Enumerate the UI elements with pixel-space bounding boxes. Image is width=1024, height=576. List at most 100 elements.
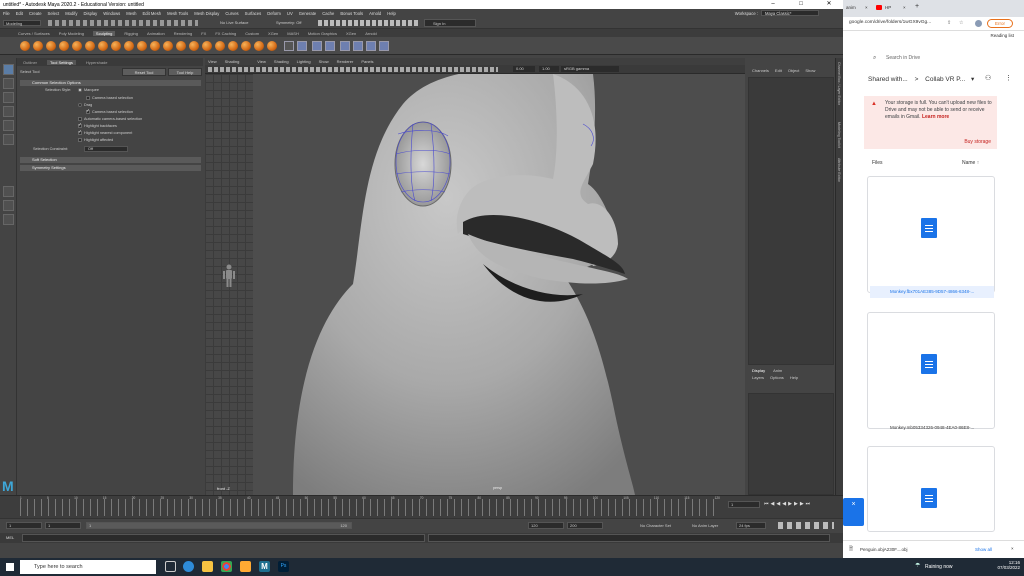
mask-tool-icon[interactable] (254, 41, 264, 51)
fps-dropdown[interactable]: 24 fps (736, 522, 766, 529)
pinch-tool-icon[interactable] (72, 41, 82, 51)
gamma-field[interactable]: 1.00 (539, 66, 559, 72)
move-tool-icon[interactable] (3, 106, 14, 117)
learn-more-link[interactable]: Learn more (922, 114, 949, 120)
shelf-tab-poly[interactable]: Poly Modeling (59, 31, 84, 36)
menu-create[interactable]: Create (29, 11, 42, 16)
live-surface-label[interactable]: No Live Surface (220, 20, 248, 25)
file-name[interactable]: Monkey.mb05334326-0948-4EA0-86E8-... (870, 422, 994, 434)
shelf-tab-mash[interactable]: MASH (287, 31, 299, 36)
layer-options-menu[interactable]: Options (770, 375, 784, 380)
grab-tool-icon[interactable] (59, 41, 69, 51)
highlight-affected-checkbox[interactable] (78, 138, 82, 142)
channels-menu[interactable]: Channels (752, 68, 769, 73)
breadcrumb-shared[interactable]: Shared with... (868, 76, 908, 83)
shelf-tab-rigging[interactable]: Rigging (124, 31, 138, 36)
profile-error-button[interactable]: Error (987, 19, 1013, 28)
close-icon[interactable]: × (903, 5, 906, 10)
shelf-tab-motion-graphics[interactable]: Motion Graphics (308, 31, 337, 36)
lasso-tool-icon[interactable] (3, 78, 14, 89)
tab-display-layers[interactable]: Display (752, 368, 765, 373)
side-tab-channel-box[interactable]: Channel Box / Layer Editor (837, 62, 841, 105)
menu-generate[interactable]: Generate (299, 11, 316, 16)
menu-edit-mesh[interactable]: Edit Mesh (143, 11, 162, 16)
taskbar-search-input[interactable]: Type here to search (20, 560, 156, 574)
viewport-icons-group[interactable] (208, 67, 498, 72)
bulge-tool-icon[interactable] (215, 41, 225, 51)
new-tab-button[interactable]: + (915, 3, 919, 10)
knife-tool-icon[interactable] (189, 41, 199, 51)
anim-layer-label[interactable]: No Anim Layer (692, 523, 718, 528)
wax-tool-icon[interactable] (150, 41, 160, 51)
color-space-dropdown[interactable]: sRGB gamma (561, 66, 619, 72)
buy-storage-button[interactable]: Buy storage (964, 139, 991, 145)
repeat-tool-icon[interactable] (124, 41, 134, 51)
reading-list-button[interactable]: Reading list (990, 33, 1014, 38)
fill-tool-icon[interactable] (176, 41, 186, 51)
menu-surfaces[interactable]: Surfaces (245, 11, 262, 16)
photoshop-icon[interactable]: Ps (278, 561, 289, 572)
step-forward-key-icon[interactable]: ▶ (800, 501, 804, 507)
blender-icon[interactable] (240, 561, 251, 572)
blend-target-icon[interactable] (325, 41, 335, 51)
shelf-tab-xgen[interactable]: XGen (268, 31, 278, 36)
render-icons-group[interactable] (318, 20, 418, 26)
file-card[interactable] (867, 446, 995, 532)
front-shading-menu[interactable]: Shading (225, 59, 240, 64)
menu-mesh-tools[interactable]: Mesh Tools (167, 11, 188, 16)
step-back-key-icon[interactable]: ◀ (771, 501, 775, 507)
maximize-button[interactable]: □ (787, 0, 815, 9)
smooth-tool-icon[interactable] (33, 41, 43, 51)
menu-mesh-display[interactable]: Mesh Display (194, 11, 219, 16)
menu-cache[interactable]: Cache (322, 11, 334, 16)
go-to-start-icon[interactable]: ⏮ (764, 501, 769, 507)
menu-bonus-tools[interactable]: Bonus Tools (340, 11, 363, 16)
close-icon[interactable]: × (865, 5, 868, 10)
menu-display[interactable]: Display (84, 11, 98, 16)
foamy-tool-icon[interactable] (98, 41, 108, 51)
persp-show-menu[interactable]: Show (319, 59, 329, 64)
tab-hypershade[interactable]: Hypershade (86, 60, 108, 65)
animation-end-field[interactable]: 200 (567, 522, 603, 529)
auto-camera-checkbox[interactable] (78, 117, 82, 121)
shelf-tab-fx[interactable]: FX (201, 31, 206, 36)
gear-icon[interactable] (284, 41, 294, 51)
persp-lighting-menu[interactable]: Lighting (297, 59, 311, 64)
single-pane-layout-icon[interactable] (3, 186, 14, 197)
browser-tab-hp[interactable]: HP (885, 5, 891, 10)
shelf-tab-xgen-2[interactable]: XGen (346, 31, 356, 36)
camera-based-2-checkbox[interactable] (86, 108, 90, 114)
scale-tool-icon[interactable] (3, 134, 14, 145)
file-name[interactable]: Monkey.fbx701AE385-9D57-4866-6348-... (870, 286, 994, 298)
sculpt-tool-icon[interactable] (20, 41, 30, 51)
persp-view-pane[interactable]: persp (253, 74, 745, 495)
convert-freeze-icon[interactable] (297, 41, 307, 51)
edge-icon[interactable] (183, 561, 194, 572)
minimize-button[interactable]: – (759, 0, 787, 9)
menu-mesh[interactable]: Mesh (126, 11, 136, 16)
menu-deform[interactable]: Deform (267, 11, 281, 16)
close-button[interactable]: ✕ (815, 0, 843, 9)
breadcrumb-folder[interactable]: Collab VR P... (925, 76, 965, 83)
play-forward-icon[interactable]: ▶ (788, 501, 792, 507)
spray-tool-icon[interactable] (111, 41, 121, 51)
persp-renderer-menu[interactable]: Renderer (337, 59, 354, 64)
playback-start-field[interactable]: 1 (45, 522, 81, 529)
file-card[interactable]: Monkey.mb05334326-0948-4EA0-86E8-... (867, 312, 995, 430)
highlight-nearest-checkbox[interactable] (78, 129, 82, 135)
imprint-tool-icon[interactable] (137, 41, 147, 51)
address-bar[interactable]: google.com/drive/folders/1wGX9vGg... ⇪ ☆… (843, 17, 1024, 31)
exposure-field[interactable]: 0.00 (513, 66, 535, 72)
start-icon[interactable] (6, 563, 14, 571)
current-frame-field[interactable]: 1 (728, 501, 760, 508)
shelf-tab-sculpting[interactable]: Sculpting (92, 30, 116, 36)
poly-cube-icon[interactable] (340, 41, 350, 51)
two-pane-layout-icon[interactable] (3, 214, 14, 225)
shelf-tab-animation[interactable]: Animation (147, 31, 165, 36)
play-back-icon[interactable]: ◀ (782, 501, 786, 507)
file-explorer-icon[interactable] (202, 561, 213, 572)
people-icon[interactable]: ⚇ (985, 74, 991, 82)
anim-prefs-icons[interactable] (778, 522, 834, 529)
command-input[interactable] (22, 534, 425, 542)
drag-radio[interactable] (78, 103, 82, 107)
